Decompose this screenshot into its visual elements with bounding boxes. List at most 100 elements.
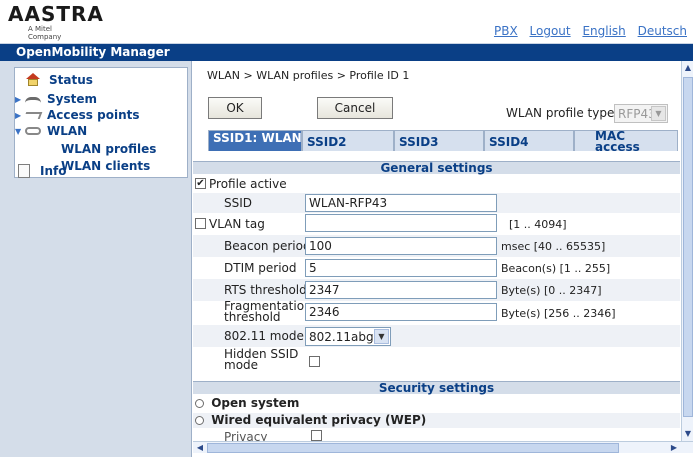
ssid-row: SSID WLAN-RFP43	[193, 193, 680, 213]
scroll-down-icon[interactable]: ▼	[682, 427, 693, 441]
open-system-radio[interactable]	[195, 399, 204, 408]
ok-button[interactable]: OK	[208, 97, 262, 119]
ssid-tabs: SSID1: WLAN- SSID2 SSID3 SSID4 MAC acces…	[208, 130, 678, 151]
beacon-row: Beacon period 100 msec [40 .. 65535]	[193, 235, 680, 257]
chevron-down-icon: ▼	[374, 329, 389, 344]
sidebar-item-system[interactable]: ▶ System	[15, 91, 97, 107]
cancel-button[interactable]: Cancel	[317, 97, 393, 119]
scroll-left-icon[interactable]: ◀	[193, 442, 207, 454]
wlan-icon	[25, 127, 41, 135]
sidebar-item-label: WLAN	[47, 124, 88, 138]
header-links: PBX Logout English Deutsch	[486, 24, 687, 38]
mode-value: 802.11abg	[309, 329, 374, 344]
sidebar-item-label: Info	[40, 164, 67, 178]
top-header: AASTRA A Mitel Company PBX Logout Englis…	[0, 0, 693, 44]
sidebar-item-wlan-profiles[interactable]: WLAN profiles	[61, 142, 156, 156]
system-icon	[25, 97, 41, 103]
document-icon	[18, 164, 30, 178]
privacy-row: Privacy	[193, 430, 680, 441]
privacy-checkbox[interactable]	[311, 430, 322, 441]
chevron-down-icon: ▼	[651, 106, 666, 121]
dtim-row: DTIM period 5 Beacon(s) [1 .. 255]	[193, 257, 680, 279]
dtim-period-input[interactable]: 5	[305, 259, 497, 277]
profile-type-label: WLAN profile type:	[506, 106, 619, 120]
open-system-option[interactable]: Open system	[193, 396, 680, 411]
hidden-ssid-label-line2: mode	[224, 358, 259, 372]
sidebar-item-wlan[interactable]: ▼ WLAN	[15, 123, 87, 139]
wep-label: Wired equivalent privacy (WEP)	[211, 413, 427, 427]
beacon-period-range: msec [40 .. 65535]	[501, 240, 606, 253]
rts-threshold-label: RTS threshold	[224, 283, 307, 297]
tab-ssid3[interactable]: SSID3	[394, 130, 484, 151]
nav-panel: Status ▶ System ▶ Access points ▼ WLAN W…	[14, 67, 188, 178]
profile-active-checkbox[interactable]: ✔	[195, 178, 206, 189]
vertical-scroll-thumb[interactable]	[683, 77, 693, 417]
sidebar-item-label: System	[47, 92, 97, 106]
security-settings-header: Security settings	[193, 381, 680, 395]
fragmentation-threshold-range: Byte(s) [256 .. 2346]	[501, 307, 616, 320]
fragmentation-threshold-input[interactable]: 2346	[305, 303, 497, 321]
hidden-ssid-checkbox[interactable]	[309, 356, 320, 367]
fragmentation-label-line2: threshold	[224, 310, 281, 324]
tab-ssid4[interactable]: SSID4	[484, 130, 574, 151]
home-icon	[25, 73, 43, 87]
vlan-tag-checkbox[interactable]	[195, 218, 206, 229]
profile-type-select[interactable]: RFP43 ▼	[614, 104, 668, 123]
vlan-tag-input[interactable]	[305, 214, 497, 232]
dtim-period-range: Beacon(s) [1 .. 255]	[501, 262, 611, 275]
deutsch-link[interactable]: Deutsch	[638, 24, 687, 38]
access-point-icon	[23, 111, 43, 119]
brand-name: AASTRA	[8, 2, 104, 26]
horizontal-scrollbar[interactable]: ◀ ▶	[193, 441, 693, 453]
ssid-label: SSID	[224, 196, 253, 210]
vlan-tag-label: VLAN tag	[209, 217, 265, 231]
expand-arrow-icon[interactable]: ▶	[15, 95, 25, 104]
sidebar-item-access-points[interactable]: ▶ Access points	[15, 107, 139, 123]
tab-ssid2[interactable]: SSID2	[302, 130, 394, 151]
hidden-ssid-row: Hidden SSID mode	[193, 347, 680, 373]
english-link[interactable]: English	[582, 24, 625, 38]
sidebar-item-label: Status	[49, 73, 93, 87]
rts-row: RTS threshold 2347 Byte(s) [0 .. 2347]	[193, 279, 680, 301]
aastra-logo: AASTRA A Mitel Company	[8, 2, 104, 41]
fragmentation-threshold-label: Fragmentation threshold	[224, 300, 312, 324]
beacon-period-label: Beacon period	[224, 239, 311, 253]
pbx-link[interactable]: PBX	[494, 24, 518, 38]
mode-row: 802.11 mode 802.11abg ▼	[193, 325, 680, 347]
sidebar-item-info[interactable]: Info	[14, 163, 66, 179]
privacy-label: Privacy	[224, 430, 268, 441]
sidebar-item-label: Access points	[47, 108, 140, 122]
rts-threshold-range: Byte(s) [0 .. 2347]	[501, 284, 602, 297]
logout-link[interactable]: Logout	[530, 24, 571, 38]
scroll-right-icon[interactable]: ▶	[667, 442, 681, 454]
app-title-bar: OpenMobility Manager	[0, 44, 693, 61]
collapse-arrow-icon[interactable]: ▼	[15, 127, 25, 136]
vertical-scrollbar[interactable]: ▲ ▼	[681, 61, 693, 441]
mode-select[interactable]: 802.11abg ▼	[305, 327, 391, 346]
wep-option[interactable]: Wired equivalent privacy (WEP)	[193, 413, 680, 428]
vlan-tag-range: [1 .. 4094]	[509, 218, 567, 231]
horizontal-scroll-thumb[interactable]	[207, 443, 619, 453]
wep-radio[interactable]	[195, 416, 204, 425]
open-system-label: Open system	[211, 396, 300, 410]
sidebar-item-status[interactable]: Status	[15, 72, 93, 88]
beacon-period-input[interactable]: 100	[305, 237, 497, 255]
tab-ssid1[interactable]: SSID1: WLAN-	[208, 130, 302, 151]
profile-active-row: ✔ Profile active	[193, 175, 680, 193]
dtim-period-label: DTIM period	[224, 261, 297, 275]
tab-mac-access-filters[interactable]: MAC access filters	[574, 130, 678, 151]
scroll-up-icon[interactable]: ▲	[682, 61, 693, 75]
mode-label: 802.11 mode	[224, 329, 304, 343]
main-content: WLAN > WLAN profiles > Profile ID 1 OK C…	[193, 61, 680, 441]
rts-threshold-input[interactable]: 2347	[305, 281, 497, 299]
profile-active-label: Profile active	[209, 177, 287, 191]
brand-subtitle: A Mitel Company	[28, 25, 62, 41]
fragmentation-row: Fragmentation threshold 2346 Byte(s) [25…	[193, 300, 680, 325]
sidebar-item-wlan-clients[interactable]: WLAN clients	[61, 159, 150, 173]
vlan-row: VLAN tag [1 .. 4094]	[193, 213, 680, 235]
sidebar: Status ▶ System ▶ Access points ▼ WLAN W…	[0, 61, 192, 457]
ssid-input[interactable]: WLAN-RFP43	[305, 194, 497, 212]
hidden-ssid-label: Hidden SSID mode	[224, 348, 298, 372]
general-settings-header: General settings	[193, 161, 680, 175]
breadcrumb: WLAN > WLAN profiles > Profile ID 1	[207, 69, 410, 82]
